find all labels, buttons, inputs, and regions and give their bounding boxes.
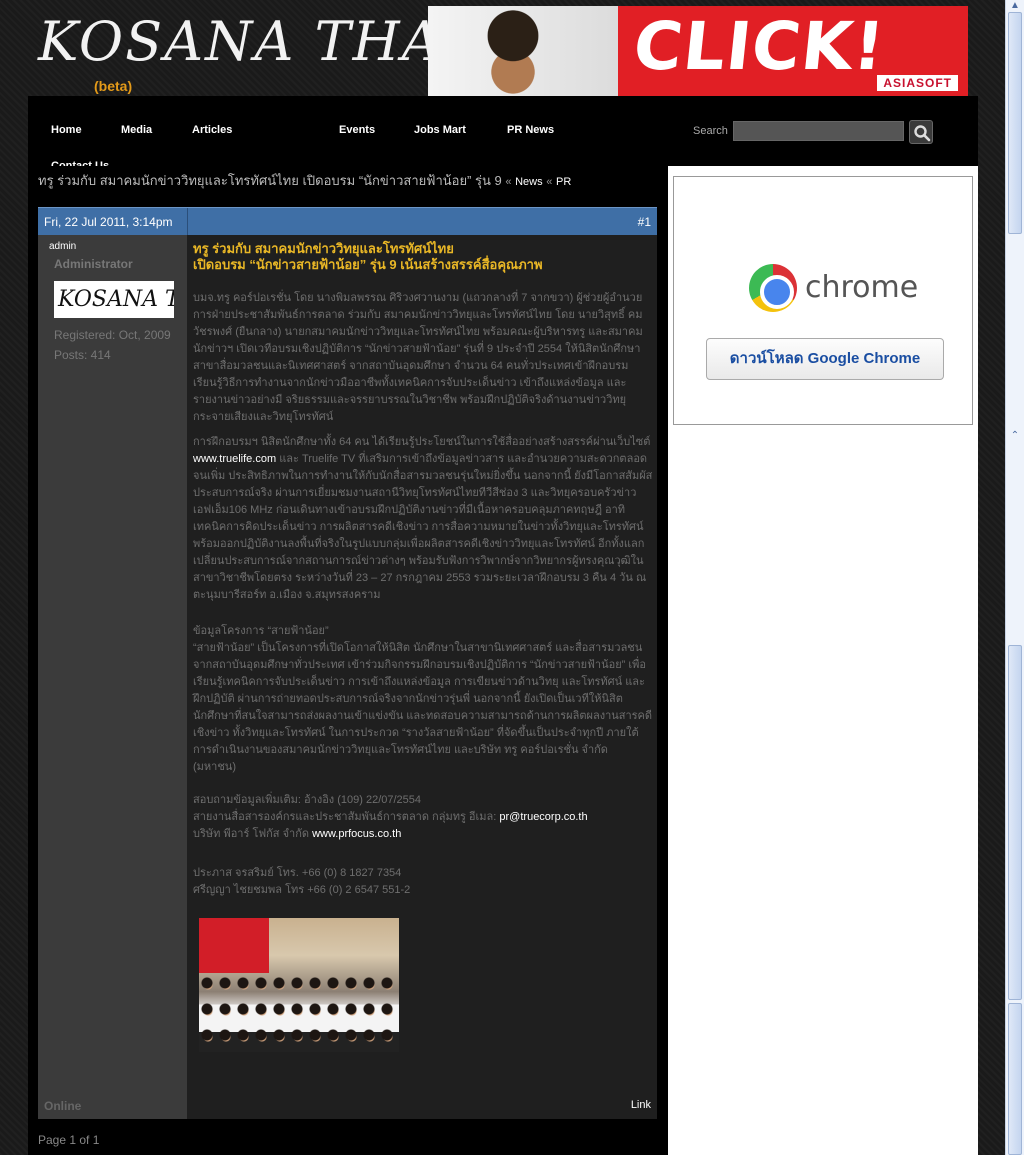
breadcrumb-separator: « <box>505 176 512 188</box>
post-number[interactable]: #1 <box>638 215 651 229</box>
post-title: ทรู ร่วมกับ สมาคมนักข่าววิทยุและโทรทัศน์… <box>193 241 653 273</box>
search-icon <box>914 125 931 142</box>
logo-beta-tag: (beta) <box>94 78 133 94</box>
post-date: Fri, 22 Jul 2011, 3:14pm <box>44 215 173 229</box>
page-scrollbar[interactable]: ▲ ⌃ <box>1005 0 1024 1155</box>
user-posts: Posts: 414 <box>54 348 111 362</box>
search-button[interactable] <box>909 120 933 144</box>
scroll-thumb[interactable] <box>1008 645 1022 1000</box>
main-nav: Home Media Articles Events Jobs Mart PR … <box>28 96 978 172</box>
pagination: Page 1 of 1 <box>38 1133 100 1147</box>
scroll-marker-icon: ⌃ <box>1010 430 1020 441</box>
chrome-wordmark: chrome <box>805 270 919 305</box>
chrome-logo-icon <box>749 264 797 312</box>
photo-backdrop <box>199 918 269 973</box>
nav-jobs-mart[interactable]: Jobs Mart <box>414 124 466 136</box>
user-info: admin Administrator KOSANA THAI Register… <box>38 235 187 1119</box>
logo-wordmark: KOSANA THAI <box>38 10 467 73</box>
nav-pr-news[interactable]: PR News <box>507 124 554 136</box>
contact-line-1: สอบถามข้อมูลเพิ่มเติม: อ้างอิง (109) 22/… <box>193 794 422 806</box>
breadcrumb: ทรู ร่วมกับ สมาคมนักข่าววิทยุและโทรทัศน์… <box>38 170 571 191</box>
page-title: ทรู ร่วมกับ สมาคมนักข่าววิทยุและโทรทัศน์… <box>38 173 502 188</box>
post-paragraph-1: บมจ.ทรู คอร์ปอเรชั่น โดย นางพิมลพรรณ ศิร… <box>193 292 643 423</box>
search-label: Search <box>693 125 728 137</box>
nav-articles[interactable]: Articles <box>192 124 232 136</box>
breadcrumb-news[interactable]: News <box>515 176 543 188</box>
search-input[interactable] <box>733 121 904 141</box>
scroll-up-arrow-icon[interactable]: ▲ <box>1008 0 1022 12</box>
contact-line-3-text: บริษัท พีอาร์ โฟกัส จำกัด <box>193 828 309 840</box>
breadcrumb-pr[interactable]: PR <box>556 176 571 188</box>
phone-line-2: ศรีญญา ไชยชมพล โทร +66 (0) 2 6547 551-2 <box>193 884 411 896</box>
banner-person-image <box>478 10 548 96</box>
banner-brand: ASIASOFT <box>877 75 958 91</box>
post-permalink[interactable]: Link <box>631 1099 651 1111</box>
chrome-download-button[interactable]: ดาวน์โหลด Google Chrome <box>706 338 944 380</box>
post-body: ทรู ร่วมกับ สมาคมนักข่าววิทยุและโทรทัศน์… <box>187 235 657 1119</box>
post-paragraph-2-a: การฝึกอบรมฯ นิสิตนักศึกษาทั้ง 64 คน ได้เ… <box>193 436 651 448</box>
post-header: Fri, 22 Jul 2011, 3:14pm #1 <box>38 207 657 236</box>
banner-ad[interactable]: CLICK! ASIASOFT <box>428 6 968 96</box>
nav-media[interactable]: Media <box>121 124 152 136</box>
post-phones: ประภาส จรสริมย์ โทร. +66 (0) 8 1827 7354… <box>193 865 653 899</box>
avatar: KOSANA THAI <box>54 281 174 318</box>
scroll-thumb-bottom[interactable] <box>1008 1003 1022 1155</box>
pr-email-link[interactable]: pr@truecorp.co.th <box>499 811 587 823</box>
post-paragraph-3: ข้อมูลโครงการ “สายฟ้าน้อย” “สายฟ้าน้อย” … <box>193 625 653 773</box>
user-online-status: Online <box>44 1099 82 1113</box>
nav-home[interactable]: Home <box>51 124 82 136</box>
scroll-thumb-top[interactable] <box>1008 12 1022 234</box>
post-paragraph-2-b: และ Truelife TV ที่เสริมการเข้าถึงข้อมูล… <box>193 453 653 601</box>
main-content: ทรู ร่วมกับ สมาคมนักข่าววิทยุและโทรทัศน์… <box>28 166 668 1155</box>
post-title-line-1: ทรู ร่วมกับ สมาคมนักข่าววิทยุและโทรทัศน์… <box>193 241 454 256</box>
right-sidebar: chrome ดาวน์โหลด Google Chrome <box>668 166 978 1155</box>
post-group-photo[interactable] <box>199 918 399 1052</box>
contact-line-2: สายงานสื่อสารองค์กรและประชาสัมพันธ์การตล… <box>193 809 653 826</box>
post-title-line-2: เปิดอบรม “นักข่าวสายฟ้าน้อย” รุ่น 9 เน้น… <box>193 257 543 272</box>
nav-events[interactable]: Events <box>339 124 375 136</box>
post-contact: สอบถามข้อมูลเพิ่มเติม: อ้างอิง (109) 22/… <box>193 792 653 843</box>
contact-line-3: บริษัท พีอาร์ โฟกัส จำกัด www.prfocus.co… <box>193 826 653 843</box>
chrome-ad[interactable]: chrome ดาวน์โหลด Google Chrome <box>673 176 973 425</box>
photo-people <box>199 973 399 1052</box>
user-registered: Registered: Oct, 2009 <box>54 328 171 342</box>
username[interactable]: admin <box>49 241 76 252</box>
banner-headline: CLICK! <box>629 8 889 85</box>
truelife-link[interactable]: www.truelife.com <box>193 453 276 465</box>
prfocus-link[interactable]: www.prfocus.co.th <box>312 828 401 840</box>
phone-line-1: ประภาส จรสริมย์ โทร. +66 (0) 8 1827 7354 <box>193 867 402 879</box>
post-header-divider <box>187 208 188 236</box>
user-title: Administrator <box>54 257 133 271</box>
post-paragraph-2: การฝึกอบรมฯ นิสิตนักศึกษาทั้ง 64 คน ได้เ… <box>193 434 653 604</box>
contact-line-2-text: สายงานสื่อสารองค์กรและประชาสัมพันธ์การตล… <box>193 811 497 823</box>
site-logo[interactable]: KOSANA THAI (beta) <box>38 2 464 94</box>
breadcrumb-separator: « <box>546 176 553 188</box>
